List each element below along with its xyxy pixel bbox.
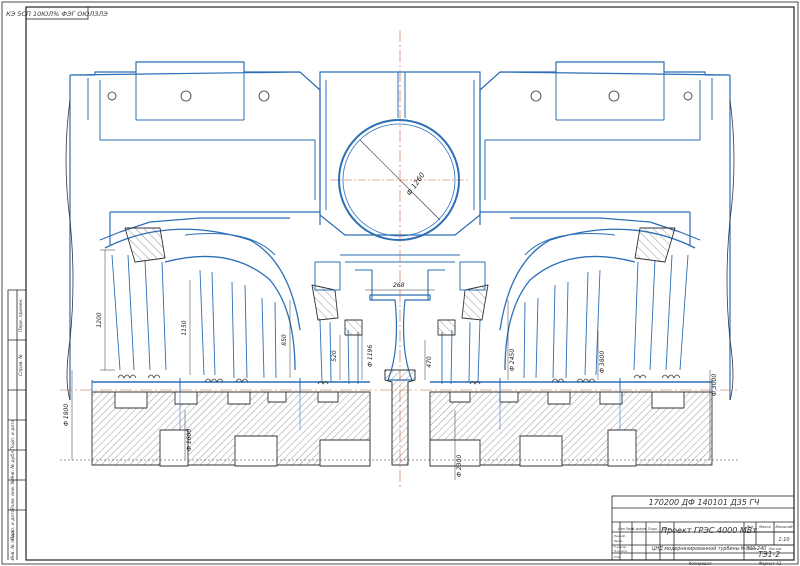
dim-left-low-diameter: Ф 1800 <box>63 404 70 427</box>
dim-left-base-diameter: Ф 1600 <box>186 429 193 452</box>
footer-copied: Копировал <box>689 561 712 566</box>
dim-left-small-diameter: Ф 1196 <box>367 345 374 368</box>
dim-right-diameter-b: Ф 3800 <box>599 351 606 374</box>
title-block-role-3: Н.контр. <box>614 549 627 553</box>
bolt-hole-right-1 <box>608 90 620 102</box>
casing-left-outline <box>69 61 321 400</box>
title-block-rev-h2: Подп. <box>648 527 658 531</box>
title-block-role-0: Разраб. <box>614 534 626 538</box>
bolt-hole-right-0 <box>683 91 693 101</box>
casing-right-outline <box>479 61 731 400</box>
bolt-hole-left-0 <box>107 91 117 101</box>
seal-block-left <box>124 227 166 263</box>
title-block-col-scale: Масштаб <box>775 525 793 529</box>
drawing-body <box>60 30 740 490</box>
sheet-inner-frame <box>25 6 795 561</box>
dim-right-diameter-a: Ф 2450 <box>509 349 516 372</box>
dim-left-inner-height: 850 <box>281 334 288 346</box>
title-block-sheets-label: Листов <box>768 547 782 551</box>
turbine-cross-section-drawing: КЭ 5СП 10ЮЛ% ФЭГ ОЮЛЗЛЭ Перв. примен. Сп… <box>1 1 799 566</box>
dim-left-outer-height: 1200 <box>96 312 103 327</box>
inner-ring-left <box>344 319 363 336</box>
side-strip-label-1: Справ. № <box>18 354 24 376</box>
bolt-hole-right-2 <box>530 90 542 102</box>
side-strip-label-6: Инв. № подл. <box>10 529 16 560</box>
casing-left-inner <box>87 72 316 200</box>
title-block-col-lit: Лит <box>745 525 754 529</box>
side-strip-label-0: Перв. примен. <box>18 298 24 332</box>
title-block-project: Проект ГРЭС 4000 МВт <box>661 526 757 535</box>
title-block-rev-h3: Дата <box>662 527 671 531</box>
steam-inlet-pipe <box>338 119 460 241</box>
side-strip-label-4: Взам. инв. № <box>10 479 16 510</box>
dim-center-base-diameter: Ф 2300 <box>456 455 463 478</box>
corner-stamp-text: КЭ 5СП 10ЮЛ% ФЭГ ОЮЛЗЛЭ <box>6 10 108 18</box>
exhaust-curve-right-3 <box>524 233 616 256</box>
inner-ring-right <box>437 319 456 336</box>
dim-right-core-height: 470 <box>426 356 433 368</box>
dim-right-outer-diameter: Ф 3000 <box>711 374 718 397</box>
dim-pipe-diameter: Ф 1260 <box>405 171 427 197</box>
bolt-hole-left-2 <box>258 90 270 102</box>
title-block-scale: 1:10 <box>778 537 789 543</box>
side-strip-label-3: Инв. № дубл. <box>10 450 16 481</box>
exhaust-curve-left-3 <box>184 233 276 256</box>
seal-block-right <box>634 227 676 263</box>
title-block-sheet-code: ТЭ1-2 <box>758 550 780 559</box>
casing-right-inner <box>484 72 713 200</box>
title-block-doc-code: 170200 ДФ 140101 Д35 ГЧ <box>649 498 760 507</box>
title-block-sheet-label: Лист <box>747 547 758 551</box>
title-block-rev-h1: № докум. <box>630 527 647 531</box>
title-block-role-1: Пров. <box>614 539 623 543</box>
dim-left-mid-height: 1150 <box>181 320 188 335</box>
dim-top-width: 268 <box>393 282 405 289</box>
side-strip: Перв. примен. Справ. № Подп. и дата Инв.… <box>7 289 26 561</box>
bolt-hole-left-1 <box>180 90 192 102</box>
title-block-role-4: Утв. <box>614 555 620 559</box>
dim-left-core-height: 520 <box>331 350 338 362</box>
footer-format: Формат А1 <box>759 561 782 566</box>
side-strip-label-2: Подп. и дата <box>10 419 16 450</box>
title-block-col-mass: Масса <box>759 525 770 529</box>
